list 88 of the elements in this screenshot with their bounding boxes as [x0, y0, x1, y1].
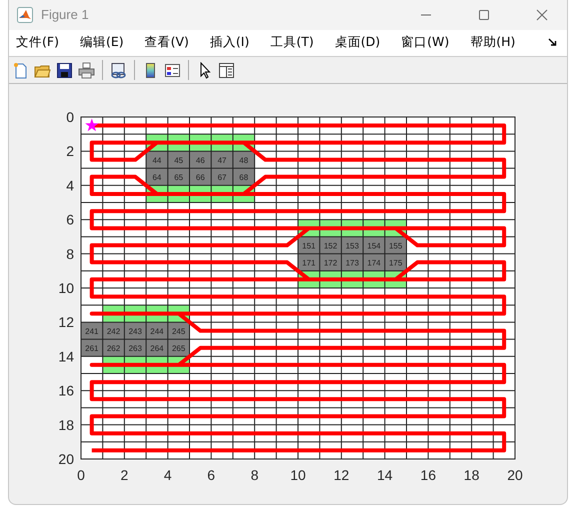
menu-item[interactable]: 文件(F) [16, 34, 69, 52]
obstacle-cell [102, 339, 124, 356]
cell-label: 172 [324, 258, 338, 268]
obstacle-cell [341, 254, 364, 271]
menu-item[interactable]: 编辑(E) [80, 34, 134, 52]
maximize-icon[interactable] [478, 8, 490, 21]
cell-label: 46 [196, 156, 205, 165]
cell-label: 171 [302, 258, 316, 268]
cell-label: 174 [367, 258, 381, 268]
menu-item[interactable]: 窗口(W) [401, 34, 460, 52]
cell-label: 64 [152, 172, 162, 182]
obstacle-cell [124, 339, 146, 356]
menu-item[interactable]: 桌面(D) [334, 34, 390, 52]
x-tick-label: 14 [377, 467, 393, 483]
cell-label: 175 [388, 258, 402, 268]
cell-label: 151 [302, 241, 316, 250]
menu-item[interactable]: 插入(I) [210, 34, 260, 52]
y-tick-label: 2 [66, 143, 74, 160]
cell-label: 265 [172, 344, 186, 353]
legend-icon[interactable] [164, 62, 181, 79]
y-tick-label: 20 [58, 451, 74, 467]
menu-item[interactable]: 工具(T) [270, 34, 324, 52]
cell-label: 244 [150, 326, 164, 336]
y-tick-label: 12 [58, 314, 74, 330]
cell-label: 264 [150, 344, 164, 353]
cell-label: 65 [174, 172, 184, 182]
obstacle-cell [320, 254, 342, 271]
y-tick-label: 16 [58, 382, 74, 399]
cell-label: 245 [172, 326, 186, 336]
x-tick-label: 16 [420, 467, 436, 483]
y-tick-label: 0 [66, 109, 74, 125]
dock-arrow-icon[interactable] [548, 38, 557, 48]
matlab-logo-icon [17, 6, 33, 23]
x-tick-label: 2 [120, 467, 128, 483]
y-tick-label: 6 [66, 212, 74, 228]
obstacle-cell [124, 322, 146, 340]
obstacle-cell [146, 322, 168, 340]
obstacle-cell [211, 151, 233, 168]
obstacle-cell [341, 236, 364, 254]
cell-label: 243 [128, 326, 142, 336]
cell-label: 262 [106, 344, 120, 353]
obstacle-cell [320, 236, 342, 254]
y-tick-label: 4 [66, 177, 74, 194]
obstacle-cell [102, 322, 124, 340]
cell-label: 155 [388, 241, 402, 250]
x-tick-label: 8 [250, 467, 258, 483]
y-tick-label: 18 [58, 416, 74, 433]
cell-label: 241 [85, 326, 99, 336]
cell-label: 152 [324, 241, 338, 250]
start-star-marker [85, 118, 98, 132]
x-tick-label: 12 [334, 467, 350, 483]
y-tick-label: 8 [66, 246, 74, 262]
property-editor-icon[interactable] [218, 62, 235, 79]
cell-label: 47 [218, 156, 226, 165]
menu-item[interactable]: 帮助(H) [470, 34, 526, 52]
save-icon[interactable] [56, 62, 73, 79]
obstacle-cell [211, 168, 233, 186]
x-tick-label: 6 [207, 467, 216, 483]
x-tick-label: 4 [164, 467, 172, 483]
cell-label: 261 [85, 344, 99, 353]
print-icon[interactable] [78, 62, 95, 79]
cell-label: 66 [196, 172, 205, 182]
obstacle-cell [146, 339, 168, 356]
x-tick-label: 18 [464, 467, 480, 483]
cell-label: 173 [346, 258, 359, 268]
obstacle-cell [363, 254, 385, 271]
x-tick-label: 20 [507, 467, 523, 483]
y-tick-label: 10 [58, 280, 74, 296]
new-file-icon[interactable] [12, 62, 29, 79]
cell-label: 45 [174, 156, 184, 165]
cell-label: 48 [239, 156, 248, 165]
x-tick-label: 10 [290, 467, 306, 483]
window-title: Figure 1 [41, 7, 89, 22]
obstacle-cell [168, 168, 190, 186]
cell-label: 68 [239, 172, 248, 182]
cell-label: 153 [346, 241, 359, 250]
cell-label: 263 [128, 344, 142, 353]
cell-label: 154 [367, 241, 381, 250]
cell-label: 44 [152, 156, 162, 165]
close-icon[interactable] [536, 8, 548, 21]
cell-label: 242 [106, 326, 120, 336]
obstacle-cell [168, 151, 190, 168]
obstacle-cell [363, 236, 385, 254]
menu-item[interactable]: 查看(V) [144, 34, 199, 52]
linked-plot-icon[interactable] [110, 62, 127, 79]
cell-label: 67 [218, 172, 226, 182]
x-tick-label: 0 [77, 467, 85, 483]
y-tick-label: 14 [58, 348, 74, 364]
